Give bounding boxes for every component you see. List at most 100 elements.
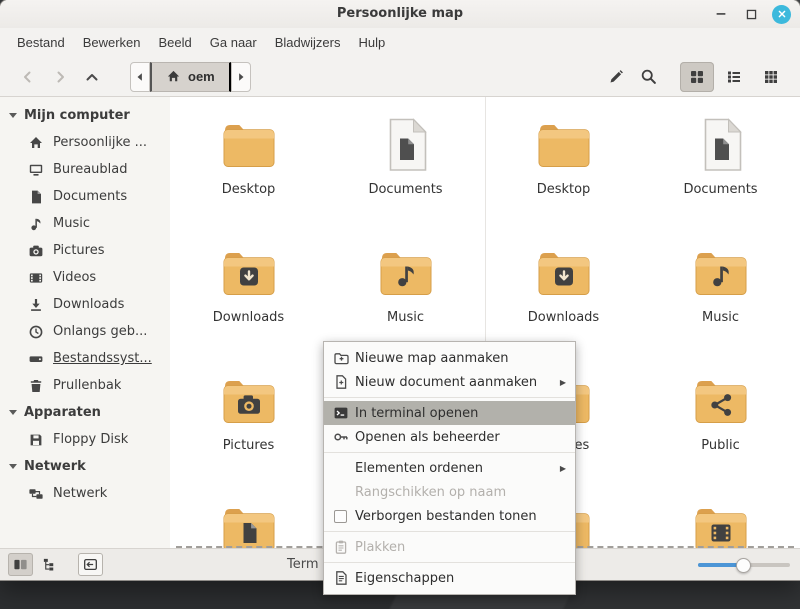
sidebar-item-videos[interactable]: Videos (0, 264, 170, 291)
folder-camera-icon (217, 369, 281, 433)
sidebar-section-apparaten[interactable]: Apparaten (0, 399, 170, 426)
menubar-item-bestand[interactable]: Bestand (8, 31, 74, 54)
window-controls (712, 0, 791, 28)
close-button[interactable] (772, 4, 791, 24)
sidebar-item-documents[interactable]: Documents (0, 183, 170, 210)
menubar-item-ga-naar[interactable]: Ga naar (201, 31, 266, 54)
folder-music-icon (374, 241, 438, 305)
compact-view-button[interactable] (754, 62, 788, 92)
sidebar-item-bureaublad[interactable]: Bureaublad (0, 156, 170, 183)
file-desktop[interactable]: Desktop (174, 113, 324, 241)
treeview-icon (43, 558, 54, 571)
sidebar-item-label: Documents (53, 189, 128, 204)
music-icon (28, 216, 44, 232)
desktop-icon (28, 162, 44, 178)
document-icon (374, 113, 438, 177)
menubar-item-bladwijzers[interactable]: Bladwijzers (266, 31, 350, 54)
menu-item-eigenschappen[interactable]: Eigenschappen (324, 566, 575, 590)
sidebar-item-label: Bestandssyst... (53, 351, 152, 366)
sidebar-item-persoonlijke[interactable]: Persoonlijke ... (0, 129, 170, 156)
menu-item-nieuwe-map-aanmaken[interactable]: Nieuwe map aanmaken (324, 346, 575, 370)
sidebar-section-netwerk[interactable]: Netwerk (0, 453, 170, 480)
compact-view-icon (765, 70, 777, 83)
back-button[interactable] (12, 63, 44, 91)
menu-item-nieuw-document-aanmaken[interactable]: Nieuw document aanmaken ▶ (324, 370, 575, 394)
file-desktop[interactable]: Desktop (489, 113, 639, 241)
sidebar-item-label: Prullenbak (53, 378, 122, 393)
menu-item-rangschikken-op-naam[interactable]: Rangschikken op naam (324, 480, 575, 504)
places-sidebar-button[interactable] (8, 553, 33, 576)
sidebar-item-floppy-disk[interactable]: Floppy Disk (0, 426, 170, 453)
search-icon (641, 69, 656, 84)
sidebar-item-music[interactable]: Music (0, 210, 170, 237)
forward-icon (57, 71, 64, 82)
chevron-right-icon (238, 72, 244, 81)
treeview-sidebar-button[interactable] (37, 553, 62, 576)
checkbox-icon[interactable] (332, 508, 349, 524)
file-documents[interactable]: Documents (646, 113, 796, 241)
folder-music-icon (689, 241, 753, 305)
menubar-item-bewerken[interactable]: Bewerken (74, 31, 150, 54)
key-icon (332, 429, 349, 445)
sidebar-item-onlangs-geb[interactable]: Onlangs geb... (0, 318, 170, 345)
file-label: Documents (683, 182, 758, 197)
menubar-item-hulp[interactable]: Hulp (350, 31, 395, 54)
breadcrumb-right-button[interactable] (230, 61, 251, 92)
drive-icon (28, 351, 44, 367)
menu-item-in-terminal-openen[interactable]: In terminal openen (324, 401, 575, 425)
up-button[interactable] (76, 63, 108, 91)
file-templates[interactable]: Templates (174, 497, 324, 548)
edit-location-button[interactable] (600, 62, 632, 92)
menu-item-elementen-ordenen[interactable]: Elementen ordenen ▶ (324, 456, 575, 480)
back-icon (24, 71, 31, 82)
file-videos[interactable]: Videos (646, 497, 796, 548)
file-downloads[interactable]: Downloads (174, 241, 324, 369)
forward-button[interactable] (44, 63, 76, 91)
file-documents[interactable]: Documents (331, 113, 481, 241)
sidebar-item-bestandssyst[interactable]: Bestandssyst... (0, 345, 170, 372)
breadcrumb-home-button[interactable]: oem (150, 61, 231, 92)
maximize-icon (746, 9, 756, 19)
home-icon (167, 70, 180, 82)
file-public[interactable]: Public (646, 369, 796, 497)
zoom-slider-handle[interactable] (736, 557, 751, 573)
sidebar-item-label: Persoonlijke ... (53, 135, 148, 150)
menu-separator (324, 531, 575, 532)
sidebar-item-downloads[interactable]: Downloads (0, 291, 170, 318)
icon-view-button[interactable] (680, 61, 714, 92)
properties-icon (332, 570, 349, 586)
file-label: Desktop (536, 182, 591, 197)
sidebar-item-netwerk[interactable]: Netwerk (0, 480, 170, 507)
list-view-button[interactable] (717, 62, 751, 92)
breadcrumb-left-button[interactable] (130, 61, 150, 92)
sidebar-item-label: Onlangs geb... (53, 324, 148, 339)
toggle-sidebar-button[interactable] (78, 553, 103, 576)
file-label: Pictures (222, 438, 275, 453)
menu-separator (324, 562, 575, 563)
menu-item-label: Eigenschappen (355, 570, 455, 586)
folder-icon (532, 113, 596, 177)
menubar-item-beeld[interactable]: Beeld (150, 31, 201, 54)
menu-item-plakken[interactable]: Plakken (324, 535, 575, 559)
titlebar[interactable]: Persoonlijke map (0, 0, 800, 28)
file-music[interactable]: Music (646, 241, 796, 369)
sidebar-item-prullenbak[interactable]: Prullenbak (0, 372, 170, 399)
sidebar-section-mijn-computer[interactable]: Mijn computer (0, 102, 170, 129)
file-label: Desktop (221, 182, 276, 197)
view-toggle-group (680, 61, 788, 92)
trash-icon (28, 378, 44, 394)
list-view-icon (728, 71, 740, 82)
zoom-slider[interactable] (698, 549, 790, 581)
icon-view-icon (691, 70, 703, 83)
menu-item-verborgen-bestanden-tonen[interactable]: Verborgen bestanden tonen (324, 504, 575, 528)
maximize-button[interactable] (742, 5, 760, 23)
up-icon (86, 73, 98, 80)
sidebar-item-label: Netwerk (53, 486, 108, 501)
menu-item-openen-als-beheerder[interactable]: Openen als beheerder (324, 425, 575, 449)
zoom-slider-track[interactable] (698, 557, 790, 573)
minimize-button[interactable] (712, 5, 730, 23)
sidebar-item-pictures[interactable]: Pictures (0, 237, 170, 264)
file-pictures[interactable]: Pictures (174, 369, 324, 497)
search-button[interactable] (632, 62, 664, 92)
minimize-icon (716, 13, 726, 15)
